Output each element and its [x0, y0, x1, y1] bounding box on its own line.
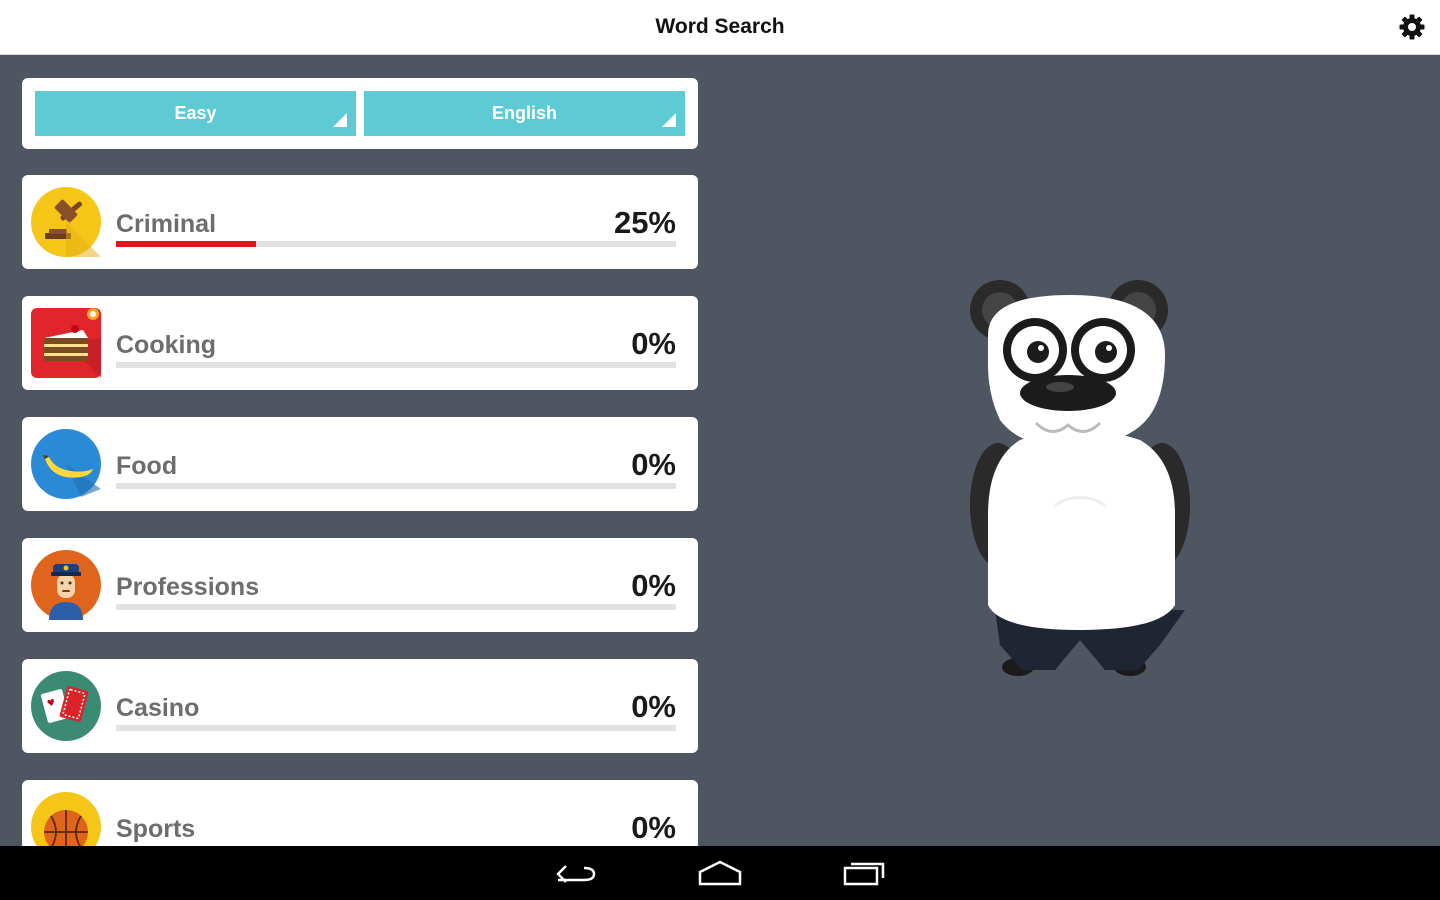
- category-progress-bar: [116, 725, 676, 731]
- category-label: Cooking: [116, 331, 216, 359]
- recents-icon[interactable]: [841, 858, 889, 888]
- back-icon[interactable]: [552, 858, 600, 888]
- top-bar: Word Search: [0, 0, 1440, 55]
- level-dropdown-label: Easy: [174, 103, 217, 123]
- category-percent: 25%: [613, 205, 676, 240]
- playing-cards-icon: ♥: [31, 671, 101, 741]
- gavel-icon: [31, 187, 101, 257]
- panda-mascot-image: [970, 280, 1190, 676]
- system-nav-bar: [0, 846, 1440, 900]
- category-label: Sports: [116, 815, 196, 843]
- basketball-icon: [31, 792, 101, 846]
- category-label: Food: [116, 452, 178, 480]
- filter-panel: Easy English: [22, 78, 698, 149]
- category-card-criminal[interactable]: Criminal 25%: [22, 175, 698, 269]
- category-percent: 0%: [631, 810, 676, 845]
- category-percent: 0%: [631, 447, 676, 482]
- settings-gear-icon[interactable]: [1398, 13, 1426, 41]
- language-dropdown[interactable]: English: [364, 91, 685, 136]
- category-progress-bar: [116, 604, 676, 610]
- category-progress-bar: [116, 241, 676, 247]
- category-card-cooking[interactable]: Cooking 0%: [22, 296, 698, 390]
- app-title: Word Search: [655, 15, 785, 38]
- category-card-professions[interactable]: Professions 0%: [22, 538, 698, 632]
- category-progress-bar: [116, 483, 676, 489]
- cake-icon: [31, 308, 101, 378]
- category-label: Criminal: [116, 210, 217, 238]
- category-label: Casino: [116, 694, 200, 722]
- category-card-sports[interactable]: Sports 0%: [22, 780, 698, 846]
- home-icon[interactable]: [696, 858, 744, 888]
- language-dropdown-label: English: [491, 103, 557, 123]
- banana-icon: [31, 429, 101, 499]
- dropdown-corner-icon: [662, 113, 676, 127]
- category-percent: 0%: [631, 689, 676, 724]
- category-percent: 0%: [631, 568, 676, 603]
- main-content: Easy English Criminal 25% Cooking 0% Foo…: [0, 55, 1440, 846]
- dropdown-corner-icon: [333, 113, 347, 127]
- category-progress-fill: [116, 241, 256, 247]
- category-card-casino[interactable]: ♥ Casino 0%: [22, 659, 698, 753]
- police-officer-icon: [31, 550, 101, 620]
- level-dropdown[interactable]: Easy: [35, 91, 356, 136]
- category-percent: 0%: [631, 326, 676, 361]
- category-progress-bar: [116, 362, 676, 368]
- category-card-food[interactable]: Food 0%: [22, 417, 698, 511]
- category-label: Professions: [116, 573, 260, 601]
